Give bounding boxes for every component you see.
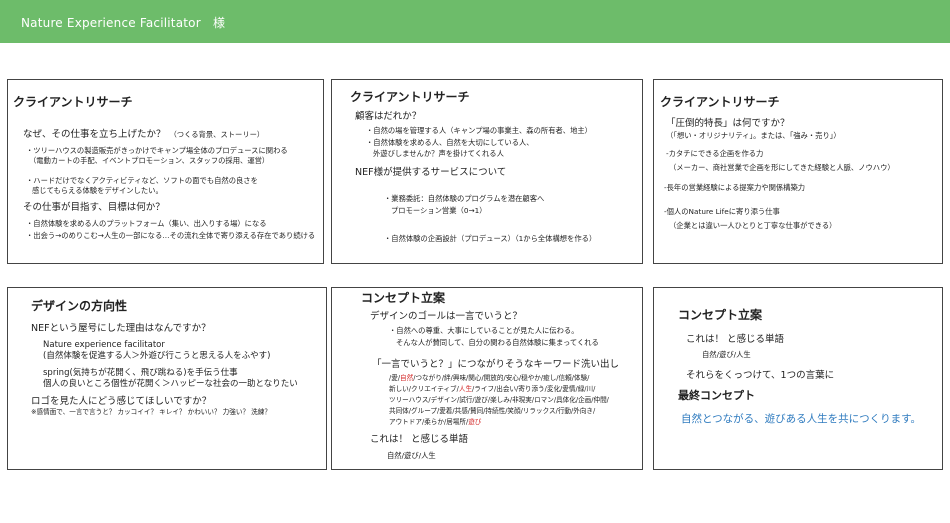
text-line: （メーカー、商社営業で企画を形にしてきた経験と人脈、ノウハウ） — [669, 163, 895, 172]
card-title: クライアントリサーチ — [13, 95, 133, 109]
text-line: ・自然体験を求める人、自然を大切にしている人、 — [366, 138, 534, 147]
question: これは！ と感じる単語 — [370, 434, 469, 445]
text-line: ・自然の場を管理する人（キャンプ場の事業主、森の所有者、地主） — [366, 126, 592, 135]
keyword-line: 新しい/クリエイティブ/人生/ライフ/出会い/寄り添う/変化/愛情/緑/川/ — [389, 385, 596, 393]
keyword-line: 共同体/グループ/愛着/共感/賛同/持続性/笑顔/リラックス/行動/外向き/ — [389, 407, 596, 415]
text-line: そんな人が賛同して、自分の関わる自然体験に集まってくれる — [396, 338, 599, 347]
keyword-line: アウトドア/柔らか/居場所/遊び — [389, 418, 482, 426]
question: ロゴを見た人にどう感じてほしいですか？ — [31, 396, 212, 407]
keyword-line: /愛/自然/つながり/絆/興味/関心/開放的/安心/穏やか/癒し/信頼/体験/ — [389, 374, 590, 382]
text-line: （企業とは違い一人ひとりと丁寧な仕事ができる） — [669, 221, 837, 230]
question: その仕事が目指す、目標は何か？ — [23, 202, 165, 213]
card-client-research-1: クライアントリサーチ なぜ、その仕事を立ち上げたか？ （つくる背景、ストーリー） … — [7, 79, 324, 264]
text-line: ・ハードだけでなくアクティビティなど、ソフトの面でも自然の良さを — [26, 176, 258, 185]
card-title: コンセプト立案 — [361, 291, 446, 305]
page-title: Nature Experience Facilitator 様 — [21, 16, 226, 30]
text-line: Nature experience facilitator — [43, 340, 165, 350]
text-line: spring(気持ちが花開く、飛び跳ねる)を手伝う仕事 — [43, 368, 238, 378]
card-title: デザインの方向性 — [31, 299, 128, 313]
question: 「一言でいうと？」につながりそうなキーワード洗い出し — [372, 359, 620, 370]
card-title: クライアントリサーチ — [660, 95, 780, 109]
text-line: ・ツリーハウスの製造販売がきっかけでキャンプ場全体のプロデュースに関わる — [26, 146, 288, 155]
text-line: ・自然体験を求める人のプラットフォーム（集い、出入りする場）になる — [26, 219, 267, 228]
text-line: 個人の良いところ個性が花開く＞ハッピーな社会の一助となりたい — [43, 379, 298, 389]
text-line: (自然体験を促進する人＞外遊び行こうと思える人をふやす) — [43, 351, 271, 361]
question: これは！ と感じる単語 — [686, 334, 785, 345]
question: デザインのゴールは一言でいうと？ — [370, 311, 523, 322]
question: 顧客はだれか？ — [355, 111, 422, 122]
text-line: 外遊びしませんか？声を掛けてくれる人 — [373, 149, 504, 158]
text-line: 自然/遊び/人生 — [702, 350, 751, 359]
text-line: ・自然への尊重、大事にしていることが見た人に伝わる。 — [389, 326, 579, 335]
text-line: （電動カートの手配、イベントプロモーション、スタッフの採用、運営） — [29, 156, 270, 165]
question: NEF様が提供するサービスについて — [355, 167, 507, 178]
text-note: ※感情面で、一言で言うと？ カッコイイ？ キレイ？ かわいい？ 力強い？ 洗練？ — [31, 408, 271, 416]
question: NEFという屋号にした理由はなんですか？ — [31, 323, 211, 334]
header-bar: Nature Experience Facilitator 様 — [0, 0, 950, 43]
card-title: コンセプト立案 — [678, 308, 763, 322]
question: 「圧倒的特長」は何ですか？ — [666, 118, 790, 129]
card-title: クライアントリサーチ — [350, 90, 470, 104]
text-line: -カタチにできる企画を作る力 — [666, 149, 764, 158]
text-line: 感じてもらえる体験をデザインしたい。 — [32, 186, 163, 195]
card-design-direction: デザインの方向性 NEFという屋号にした理由はなんですか？ Nature exp… — [7, 287, 327, 470]
text-line: ・出会う→のめりこむ→人生の一部になる…その流れ全体で寄り添える存在であり続ける — [26, 231, 316, 240]
text-note: （「想い・オリジナリティ」。または、「強み・売り」） — [666, 131, 841, 140]
text-line: プロモーション営業（0→1） — [391, 206, 487, 215]
question: それらをくっつけて、1つの言葉に — [686, 370, 835, 381]
card-concept-2: コンセプト立案 これは！ と感じる単語 自然/遊び/人生 それらをくっつけて、1… — [653, 287, 943, 470]
text-line: -長年の営業経験による提案力や関係構築力 — [664, 183, 806, 192]
keyword-line: ツリーハウス/デザイン/試行/遊び/楽しみ/非現実/ロマン/具体化/企画/仲間/ — [389, 396, 609, 404]
card-client-research-3: クライアントリサーチ 「圧倒的特長」は何ですか？ （「想い・オリジナリティ」。ま… — [653, 79, 943, 264]
question: なぜ、その仕事を立ち上げたか？ （つくる背景、ストーリー） — [23, 129, 265, 140]
card-client-research-2: クライアントリサーチ 顧客はだれか？ ・自然の場を管理する人（キャンプ場の事業主… — [331, 79, 643, 264]
text-line: ・自然体験の企画設計（プロデュース）（1から全体構想を作る） — [384, 234, 597, 243]
text-line: 自然/遊び/人生 — [387, 451, 436, 460]
final-concept: 自然とつながる、遊びある人生を共につくります。 — [681, 413, 922, 425]
card-concept-1: コンセプト立案 デザインのゴールは一言でいうと？ ・自然への尊重、大事にしている… — [331, 287, 643, 470]
final-concept-title: 最終コンセプト — [678, 389, 755, 402]
text-line: -個人のNature Lifeに寄り添う仕事 — [664, 207, 780, 216]
text-line: ・業務委託：自然体験のプログラムを潜在顧客へ — [384, 194, 545, 203]
